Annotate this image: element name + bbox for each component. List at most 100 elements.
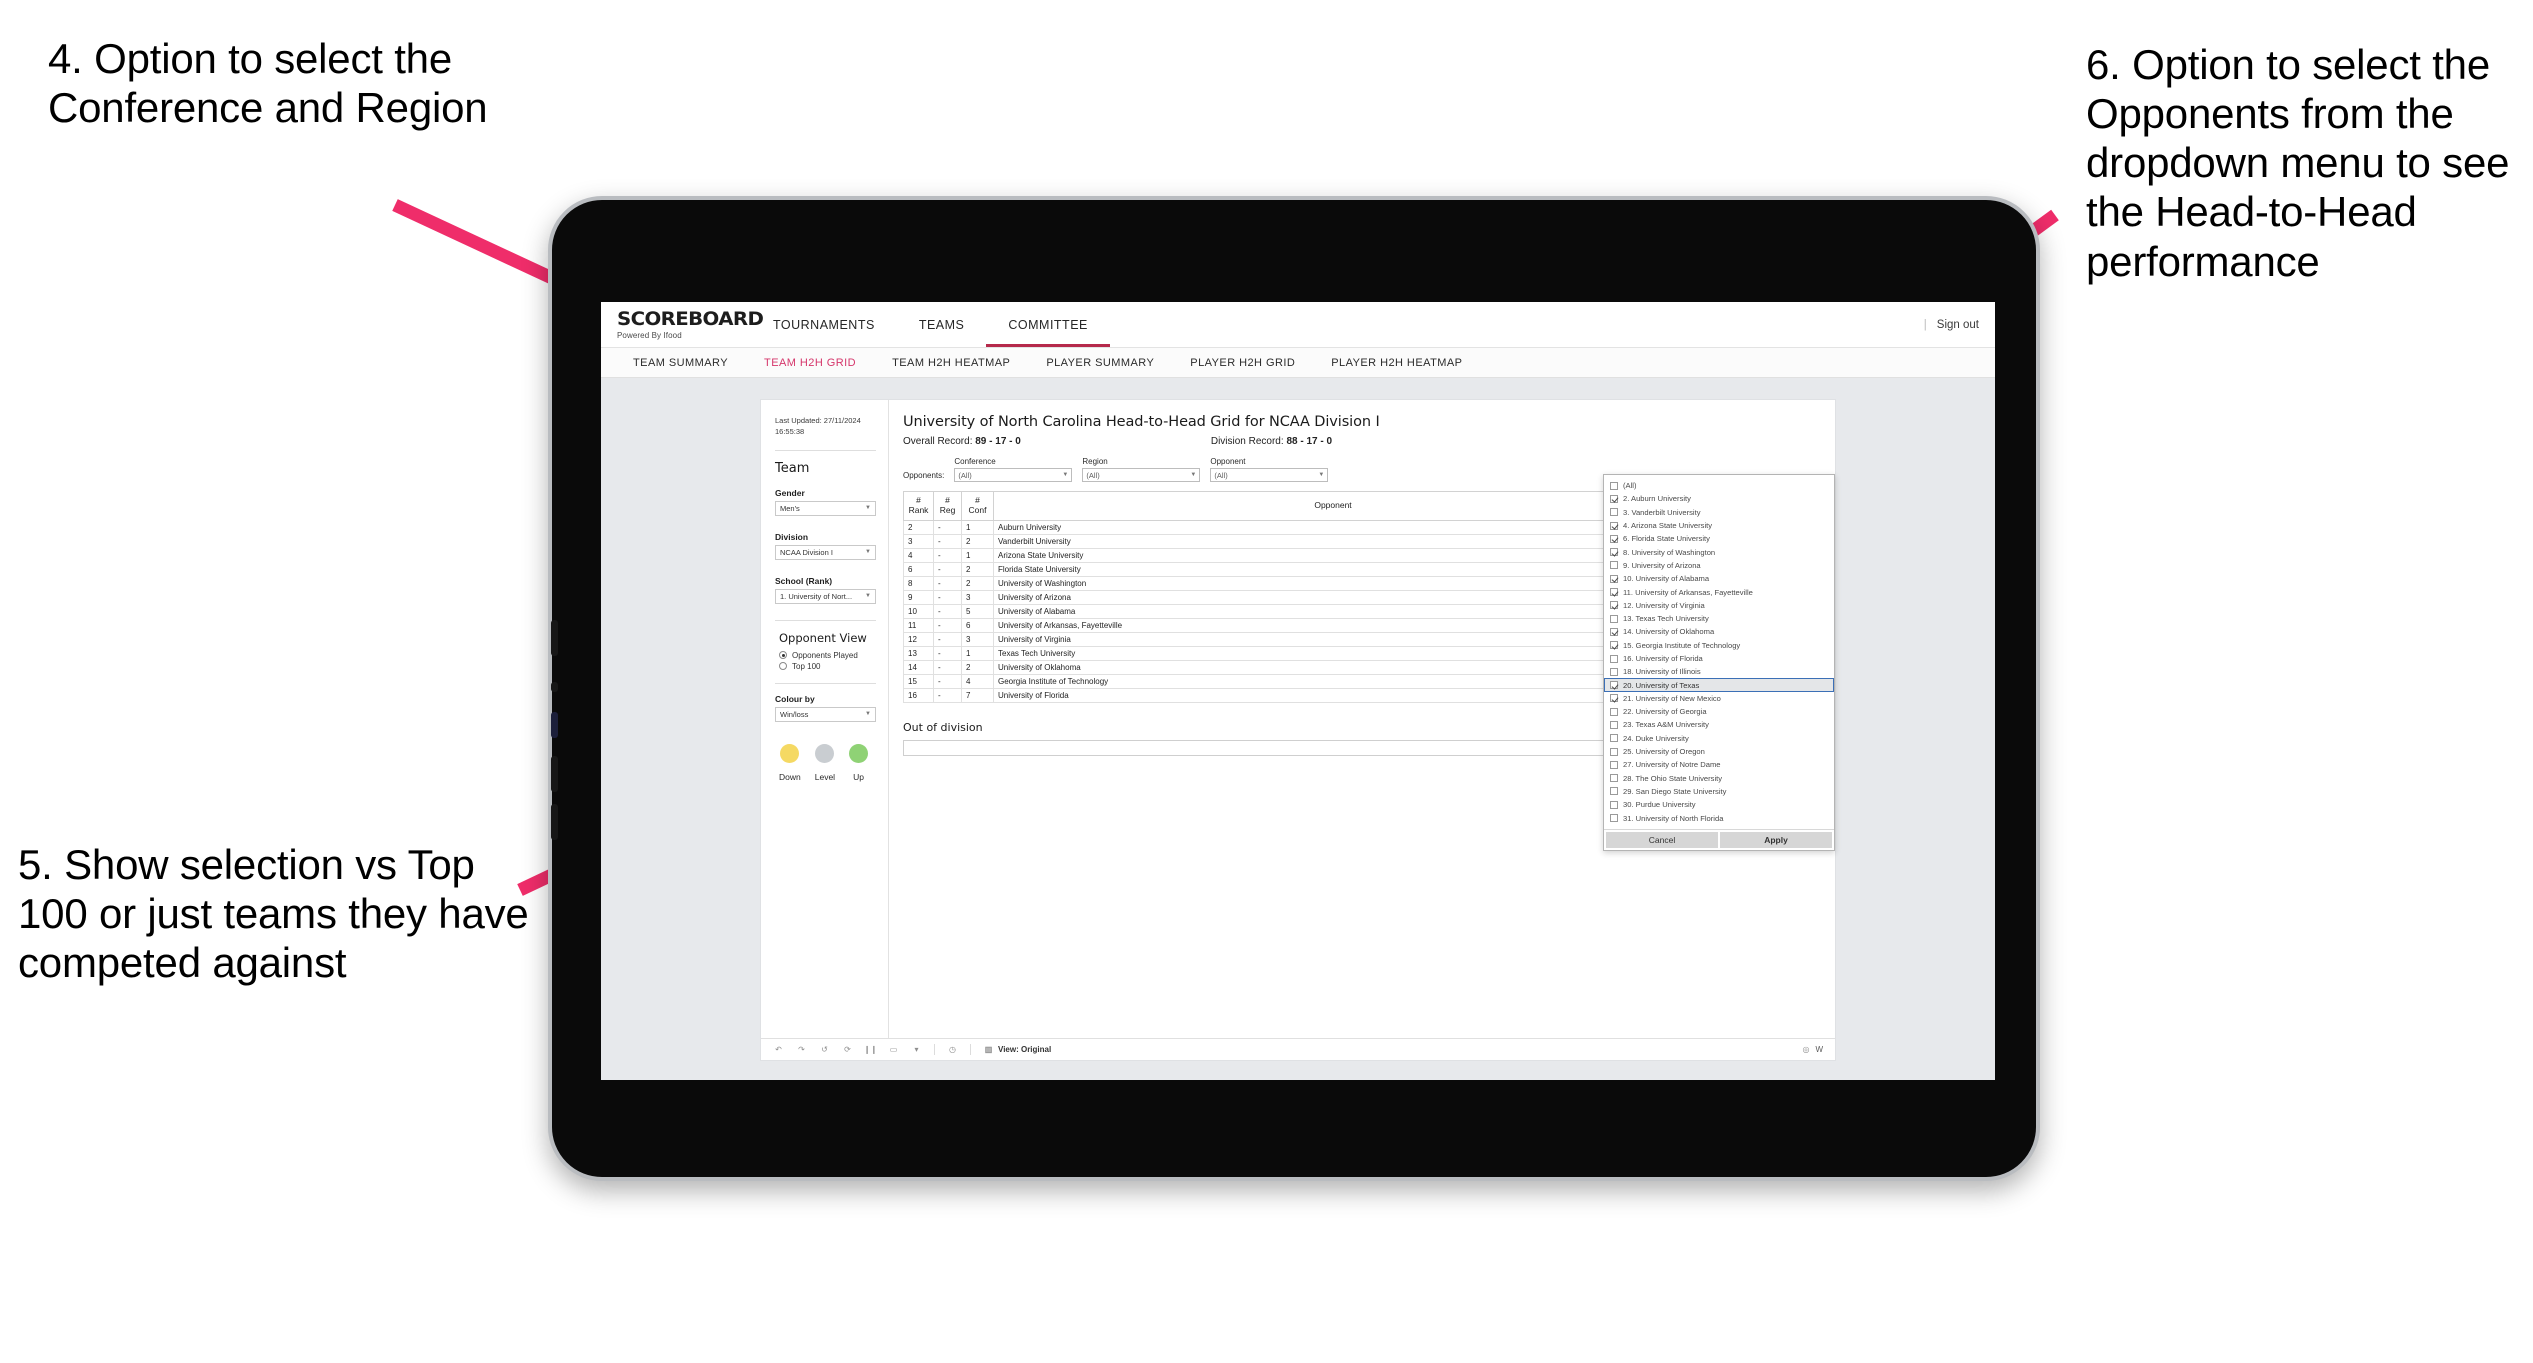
dropdown-option[interactable]: 10. University of Alabama [1604,572,1834,585]
sign-out-link[interactable]: Sign out [1937,319,1979,331]
checkbox-icon[interactable] [1610,521,1618,530]
division-record-label: Division Record: [1210,436,1284,447]
col-rank[interactable]: # Rank [903,491,934,521]
cell-opponent: Vanderbilt University [993,533,1673,549]
dropdown-option[interactable]: 2. Auburn University [1604,492,1834,505]
cell-conf: 1 [961,519,994,535]
checkbox-icon[interactable] [1610,800,1618,809]
dropdown-option[interactable]: 12. University of Virginia [1604,599,1834,612]
gender-select[interactable]: Men's ▼ [775,500,876,516]
dropdown-option[interactable]: 15. Georgia Institute of Technology [1604,639,1834,652]
checkbox-icon[interactable] [1610,574,1618,583]
colour-by-select[interactable]: Win/loss ▼ [775,706,876,722]
checkbox-icon[interactable] [1610,694,1618,703]
dropdown-option-label: 6. Florida State University [1623,534,1710,544]
subnav-player-h2h-grid[interactable]: PLAYER H2H GRID [1172,357,1313,369]
checkbox-icon[interactable] [1610,508,1618,517]
dropdown-option[interactable]: 31. University of North Florida [1604,811,1834,824]
checkbox-icon[interactable] [1610,561,1618,570]
checkbox-icon[interactable] [1610,681,1618,690]
dropdown-option[interactable]: 9. University of Arizona [1604,559,1834,572]
checkbox-icon[interactable] [1610,481,1618,490]
dropdown-option[interactable]: (All) [1604,479,1834,492]
divider: | [1923,318,1927,331]
subnav-team-h2h-heatmap[interactable]: TEAM H2H HEATMAP [874,357,1028,369]
checkbox-icon[interactable] [1610,760,1618,769]
dropdown-option-label: 4. Arizona State University [1623,521,1713,531]
dropdown-option[interactable]: 24. Duke University [1604,732,1834,745]
checkbox-icon[interactable] [1610,548,1618,557]
dropdown-option[interactable]: 4. Arizona State University [1604,519,1834,532]
last-updated-text: Last Updated: 27/11/2024 16:55:38 [775,416,861,436]
dropdown-option[interactable]: 14. University of Oklahoma [1604,625,1834,638]
division-value: NCAA Division I [780,547,833,557]
division-select[interactable]: NCAA Division I ▼ [775,544,876,560]
dropdown-option[interactable]: 29. San Diego State University [1604,785,1834,798]
redo-icon[interactable]: ↷ [796,1044,807,1055]
dropdown-option[interactable]: 21. University of New Mexico [1604,692,1834,705]
chevron-down-icon[interactable]: ▾ [911,1044,922,1055]
nav-teams[interactable]: TEAMS [897,302,987,347]
eye-icon[interactable]: ◎ [1800,1044,1811,1055]
region-select[interactable]: (All) ▼ [1082,468,1201,482]
checkbox-icon[interactable] [1610,588,1618,597]
checkbox-icon[interactable] [1610,601,1618,610]
checkbox-icon[interactable] [1610,614,1618,623]
school-rank-select[interactable]: 1. University of Nort... ▼ [775,588,876,604]
checkbox-icon[interactable] [1610,787,1618,796]
dropdown-option[interactable]: 8. University of Washington [1604,545,1834,558]
dropdown-option[interactable]: 27. University of Notre Dame [1604,758,1834,771]
refresh-data-icon[interactable]: ⟳ [842,1044,853,1055]
checkbox-icon[interactable] [1610,720,1618,729]
subnav-team-summary[interactable]: TEAM SUMMARY [615,357,746,369]
nav-tournaments[interactable]: TOURNAMENTS [751,302,897,347]
dropdown-option[interactable]: 11. University of Arkansas, Fayetteville [1604,585,1834,598]
subnav-team-h2h-grid[interactable]: TEAM H2H GRID [746,357,874,369]
brand-logo[interactable]: SCOREBOARD Powered By Ifood [601,302,764,347]
dropdown-option[interactable]: 18. University of Illinois [1604,665,1834,678]
dropdown-option[interactable]: 23. Texas A&M University [1604,718,1834,731]
checkbox-icon[interactable] [1610,534,1618,543]
dropdown-option[interactable]: 6. Florida State University [1604,532,1834,545]
checkbox-icon[interactable] [1610,641,1618,650]
checkbox-icon[interactable] [1610,627,1618,636]
radio-top-100[interactable]: Top 100 [779,662,876,671]
radio-opponents-played[interactable]: Opponents Played [779,651,876,660]
dropdown-option[interactable]: 28. The Ohio State University [1604,772,1834,785]
dropdown-option[interactable]: 20. University of Texas [1604,678,1834,692]
col-conf[interactable]: # Conf [961,491,994,521]
opponent-dropdown-menu[interactable]: (All) 2. Auburn University 3. Vanderbilt U… [1603,474,1835,851]
conference-value: (All) [958,470,972,480]
legend-item-up: Up [849,743,869,785]
checkbox-icon[interactable] [1610,774,1618,783]
col-reg[interactable]: # Reg [933,491,962,521]
checkbox-icon[interactable] [1610,494,1618,503]
checkbox-icon[interactable] [1610,814,1618,823]
checkbox-icon[interactable] [1610,667,1618,676]
cancel-button[interactable]: Cancel [1606,831,1718,848]
opponent-select[interactable]: (All) ▼ [1210,468,1329,482]
checkbox-icon[interactable] [1610,654,1618,663]
subnav-player-summary[interactable]: PLAYER SUMMARY [1028,357,1172,369]
undo-icon[interactable]: ↶ [773,1044,784,1055]
pause-updates-icon[interactable]: ❙❙ [864,1044,877,1055]
dropdown-option[interactable]: 22. University of Georgia [1604,705,1834,718]
apply-button[interactable]: Apply [1720,831,1832,848]
subnav-player-h2h-heatmap[interactable]: PLAYER H2H HEATMAP [1313,357,1480,369]
conference-select[interactable]: (All) ▼ [954,468,1073,482]
view-original-button[interactable]: ▥ View: Original [983,1044,1051,1055]
dropdown-option[interactable]: 3. Vanderbilt University [1604,506,1834,519]
dropdown-option[interactable]: 13. Texas Tech University [1604,612,1834,625]
opponent-value: (All) [1214,470,1228,480]
dropdown-option[interactable]: 25. University of Oregon [1604,745,1834,758]
dropdown-option[interactable]: 30. Purdue University [1604,798,1834,811]
checkbox-icon[interactable] [1610,747,1618,756]
col-opponent[interactable]: Opponent [993,491,1673,521]
dropdown-option[interactable]: 16. University of Florida [1604,652,1834,665]
checkbox-icon[interactable] [1610,734,1618,743]
checkbox-icon[interactable] [1610,707,1618,716]
history-icon[interactable]: ◷ [947,1044,958,1055]
device-layout-icon[interactable]: ▭ [888,1044,899,1055]
nav-committee[interactable]: COMMITTEE [986,302,1110,347]
revert-icon[interactable]: ↺ [819,1044,830,1055]
